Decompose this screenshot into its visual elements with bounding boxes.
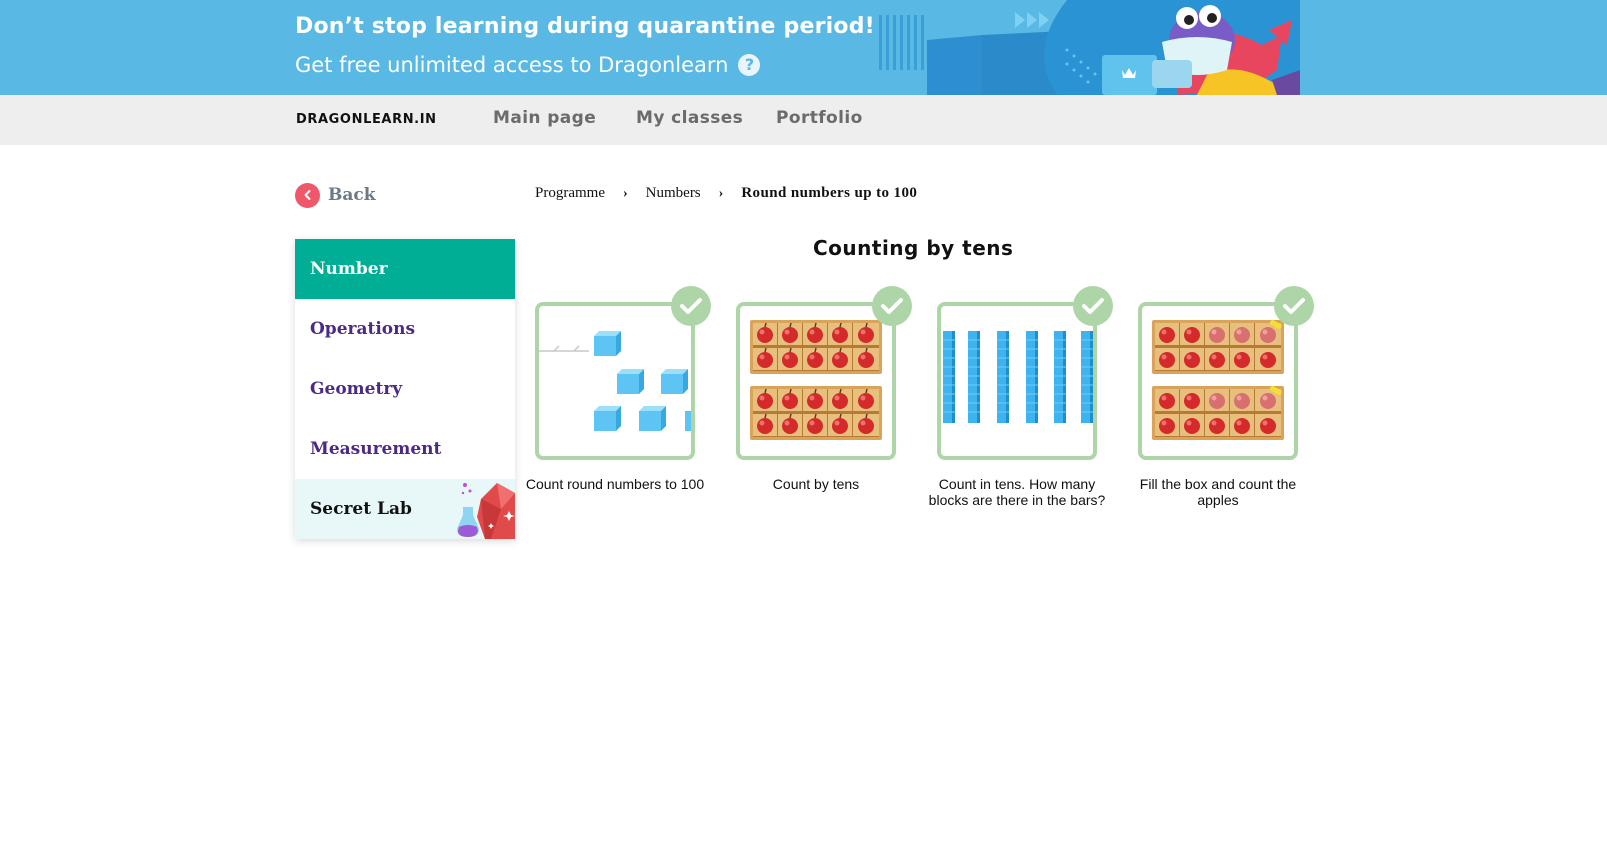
breadcrumb-separator: › <box>718 185 724 201</box>
nav-my-classes[interactable]: My classes <box>636 108 743 128</box>
breadcrumb-numbers[interactable]: Numbers <box>646 185 701 202</box>
sidebar-item-number[interactable]: Number <box>295 239 515 299</box>
site-logo[interactable]: DRAGONLEARN.IN <box>296 112 437 127</box>
check-icon <box>872 286 912 326</box>
top-navigation: DRAGONLEARN.IN Main page My classes Port… <box>0 95 1607 145</box>
nav-portfolio[interactable]: Portfolio <box>776 108 863 128</box>
banner-headline: Don’t stop learning during quarantine pe… <box>295 14 875 39</box>
card-caption: Count round numbers to 100 <box>525 476 705 492</box>
chevron-left-icon <box>295 182 320 208</box>
sidebar-item-operations[interactable]: Operations <box>295 299 515 359</box>
crystal-flask-icon <box>457 483 515 539</box>
back-button[interactable]: Back <box>295 182 376 208</box>
block-bars-illustration <box>943 331 1093 423</box>
apple-tray-illustration <box>740 306 892 456</box>
topic-sidebar: Number Operations Geometry Measurement S… <box>295 239 515 539</box>
promo-banner-bg: Don’t stop learning during quarantine pe… <box>0 0 1607 95</box>
card-caption: Count in tens. How many blocks are there… <box>928 476 1106 508</box>
dragon-mascot-illustration <box>877 0 1300 95</box>
banner-subline-text: Get free unlimited access to Dragonlearn <box>295 53 729 77</box>
card-thumbnail <box>535 302 695 460</box>
sidebar-item-secret-lab[interactable]: Secret Lab <box>295 479 515 539</box>
check-icon <box>671 286 711 326</box>
cubes-illustration <box>539 331 691 431</box>
card-thumbnail <box>736 302 896 460</box>
sidebar-item-label: Secret Lab <box>310 499 412 519</box>
sidebar-item-measurement[interactable]: Measurement <box>295 419 515 479</box>
check-icon <box>1274 286 1314 326</box>
section-title: Counting by tens <box>813 236 1014 260</box>
card-caption: Count by tens <box>772 476 860 492</box>
card-caption: Fill the box and count the apples <box>1139 476 1297 508</box>
breadcrumb-separator: › <box>622 185 628 201</box>
breadcrumb-programme[interactable]: Programme <box>535 185 605 202</box>
sidebar-item-geometry[interactable]: Geometry <box>295 359 515 419</box>
nav-main-page[interactable]: Main page <box>493 108 596 128</box>
banner-subline: Get free unlimited access to Dragonlearn… <box>295 53 761 77</box>
card-thumbnail <box>937 302 1097 460</box>
check-icon <box>1073 286 1113 326</box>
breadcrumb: Programme › Numbers › Round numbers up t… <box>535 185 917 202</box>
breadcrumb-current: Round numbers up to 100 <box>741 185 918 201</box>
apple-tray-illustration <box>1142 306 1294 456</box>
back-label: Back <box>328 185 376 205</box>
card-thumbnail <box>1138 302 1298 460</box>
help-icon[interactable]: ? <box>738 54 761 76</box>
promo-banner[interactable]: Don’t stop learning during quarantine pe… <box>287 0 1300 95</box>
